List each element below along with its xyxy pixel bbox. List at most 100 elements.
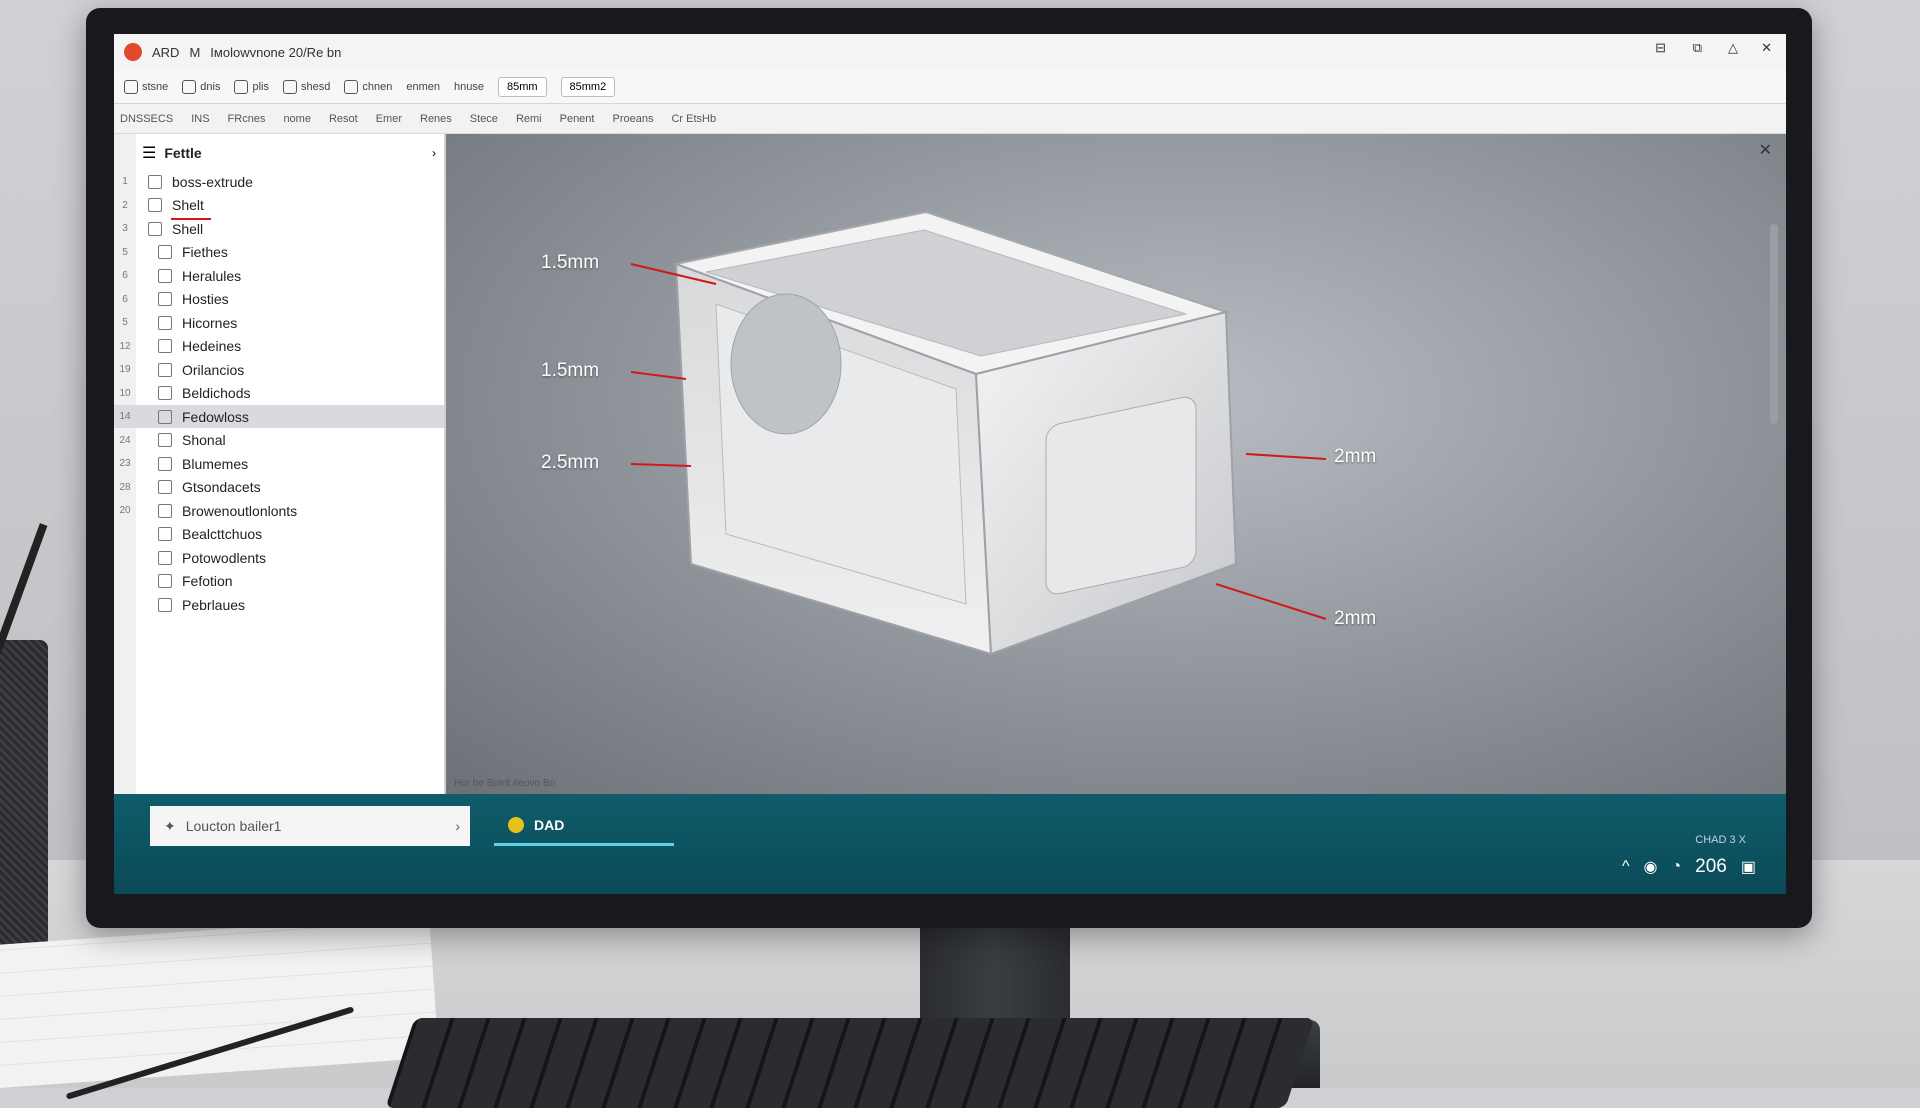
search-box[interactable]: ✦ Loucton bailer1 › bbox=[150, 806, 470, 846]
line-number: 14 bbox=[119, 411, 131, 422]
tree-item-label: Pebrlaues bbox=[182, 596, 246, 613]
tree-row[interactable]: Potowodlents bbox=[114, 546, 444, 569]
minimize-icon[interactable]: ⊟ bbox=[1655, 40, 1666, 56]
tree-item-label: Heralules bbox=[182, 267, 242, 284]
checkbox-icon[interactable] bbox=[148, 174, 162, 189]
menu-item[interactable]: Resot bbox=[329, 113, 358, 125]
menu-item[interactable]: INS bbox=[191, 113, 209, 125]
tree-row[interactable]: 1 boss-extrude bbox=[114, 170, 444, 193]
line-number: 6 bbox=[122, 293, 128, 305]
pen-cup bbox=[0, 640, 48, 950]
tool-dnis[interactable]: dnis bbox=[182, 79, 220, 94]
dimension-label[interactable]: 1.5mm bbox=[541, 360, 599, 382]
tree-row[interactable]: 12 Hedeines bbox=[114, 335, 444, 358]
checkbox-icon[interactable] bbox=[158, 245, 172, 259]
menu-bar: DNSSECS INS FRcnes nome Resot Emer Renes… bbox=[114, 104, 1786, 134]
menu-item[interactable]: FRcnes bbox=[228, 113, 266, 125]
checkbox-icon[interactable] bbox=[158, 339, 172, 353]
menu-item[interactable]: DNSSECS bbox=[120, 113, 173, 125]
tool-plis[interactable]: plis bbox=[234, 79, 269, 94]
checkbox-icon[interactable] bbox=[158, 550, 172, 565]
close-icon[interactable]: ✕ bbox=[1761, 40, 1772, 56]
model-right-window bbox=[1045, 396, 1197, 595]
checkbox-icon[interactable] bbox=[158, 386, 172, 400]
tool-chnen[interactable]: chnen bbox=[344, 79, 392, 94]
menu-item[interactable]: Emer bbox=[376, 113, 402, 125]
line-number: 24 bbox=[119, 434, 131, 446]
toolbar: stsne dnis plis shesd chnen enmen hnuse … bbox=[114, 70, 1786, 104]
checkbox-icon[interactable] bbox=[158, 433, 172, 447]
restore-icon[interactable]: ⧉ bbox=[1693, 40, 1702, 56]
menu-item[interactable]: Proeans bbox=[612, 113, 653, 125]
checkbox-icon[interactable] bbox=[158, 409, 172, 424]
menu-item[interactable]: Remi bbox=[516, 113, 542, 125]
tree-row[interactable]: 6 Hosties bbox=[114, 288, 444, 311]
tree-row[interactable]: 28 Gtsondacets bbox=[114, 476, 444, 499]
menu-short[interactable]: M bbox=[189, 45, 200, 60]
keyboard bbox=[385, 1018, 1315, 1108]
checkbox-icon[interactable] bbox=[158, 362, 172, 377]
tree-item-label: Gtsondacets bbox=[182, 479, 261, 495]
volume-icon[interactable]: ◔ bbox=[1672, 858, 1682, 876]
chevron-up-icon[interactable]: ^ bbox=[1622, 858, 1630, 876]
dimension-label[interactable]: 1.5mm bbox=[541, 252, 599, 274]
checkbox-icon[interactable] bbox=[158, 292, 172, 306]
tree-row[interactable]: Fefotion bbox=[114, 570, 444, 593]
tree-item-label: Potowodlents bbox=[182, 549, 267, 566]
checkbox-icon[interactable] bbox=[158, 527, 172, 541]
tree-row[interactable]: 23 Blumemes bbox=[114, 452, 444, 475]
tree-row[interactable]: 19 Orilancios bbox=[114, 358, 444, 381]
tree-row[interactable]: 14 Fedowloss bbox=[114, 405, 444, 428]
tree-row[interactable]: 24 Shonal bbox=[114, 429, 444, 452]
checkbox-icon[interactable] bbox=[158, 480, 172, 494]
tool-hnuse[interactable]: hnuse bbox=[454, 81, 484, 93]
checkbox-icon[interactable] bbox=[148, 221, 162, 236]
app-logo-icon bbox=[124, 43, 142, 61]
tool-shesd[interactable]: shesd bbox=[283, 79, 330, 94]
menu-item[interactable]: Stece bbox=[470, 113, 498, 125]
tool-icon bbox=[234, 79, 249, 94]
tree-row[interactable]: 5 Hicornes bbox=[114, 311, 444, 334]
checkbox-icon[interactable] bbox=[158, 315, 172, 330]
system-tray: ^ ◉ ◔ 206 ▣ bbox=[1622, 856, 1756, 878]
area-field[interactable]: 85mm2 bbox=[560, 76, 616, 97]
taskbar-app[interactable]: DAD bbox=[494, 806, 674, 846]
tree-row[interactable]: 5 Fiethes bbox=[114, 241, 444, 264]
checkbox-icon[interactable] bbox=[158, 574, 172, 588]
tool-stsne[interactable]: stsne bbox=[124, 79, 168, 94]
tree-row[interactable]: 6 Heralules bbox=[114, 264, 444, 287]
tree-row[interactable]: 20 Browenoutlonlonts bbox=[114, 499, 444, 522]
chevron-right-icon[interactable]: › bbox=[432, 146, 436, 160]
dim-line-2 bbox=[630, 371, 687, 380]
tree-item-label: Beldichods bbox=[182, 385, 251, 401]
menu-item[interactable]: Cr EtsHb bbox=[671, 113, 716, 125]
3d-viewport[interactable]: ✕ 1.5mm 1.5mm 2.5mm 2mm 2mm bbox=[446, 134, 1786, 794]
network-icon[interactable]: ◉ bbox=[1644, 857, 1658, 877]
menu-item[interactable]: Renes bbox=[420, 113, 452, 125]
dimension-label[interactable]: 2.5mm bbox=[541, 452, 599, 474]
checkbox-icon[interactable] bbox=[158, 456, 172, 471]
units-field[interactable]: 85mm bbox=[497, 76, 547, 97]
menu-item[interactable]: nome bbox=[283, 113, 311, 125]
menu-item[interactable]: Penent bbox=[560, 113, 595, 125]
tree-row[interactable]: 3 Shell bbox=[114, 217, 444, 240]
checkbox-icon[interactable] bbox=[148, 198, 162, 212]
notification-icon[interactable]: ▣ bbox=[1741, 857, 1756, 877]
tree-row[interactable]: 10 Beldichods bbox=[114, 382, 444, 405]
warning-icon[interactable]: △ bbox=[1728, 40, 1738, 56]
tree-row[interactable]: Bealcttchuos bbox=[114, 523, 444, 546]
clock[interactable]: 206 bbox=[1695, 856, 1727, 878]
checkbox-icon[interactable] bbox=[158, 268, 172, 283]
tree-row[interactable]: 2 Shelt bbox=[114, 194, 444, 217]
tool-enmen[interactable]: enmen bbox=[406, 81, 440, 93]
checkbox-icon[interactable] bbox=[158, 597, 172, 612]
dimension-label[interactable]: 2mm bbox=[1334, 446, 1376, 468]
dim-line-3 bbox=[630, 463, 692, 467]
tree-item-label: Fiethes bbox=[182, 244, 228, 260]
dimension-label[interactable]: 2mm bbox=[1334, 608, 1376, 630]
tool-icon bbox=[182, 79, 197, 94]
feature-tree-header[interactable]: ☰ Fettle › bbox=[136, 140, 436, 166]
checkbox-icon[interactable] bbox=[158, 503, 172, 518]
tree-row[interactable]: Pebrlaues bbox=[114, 593, 444, 616]
list-icon: ☰ bbox=[142, 145, 157, 162]
